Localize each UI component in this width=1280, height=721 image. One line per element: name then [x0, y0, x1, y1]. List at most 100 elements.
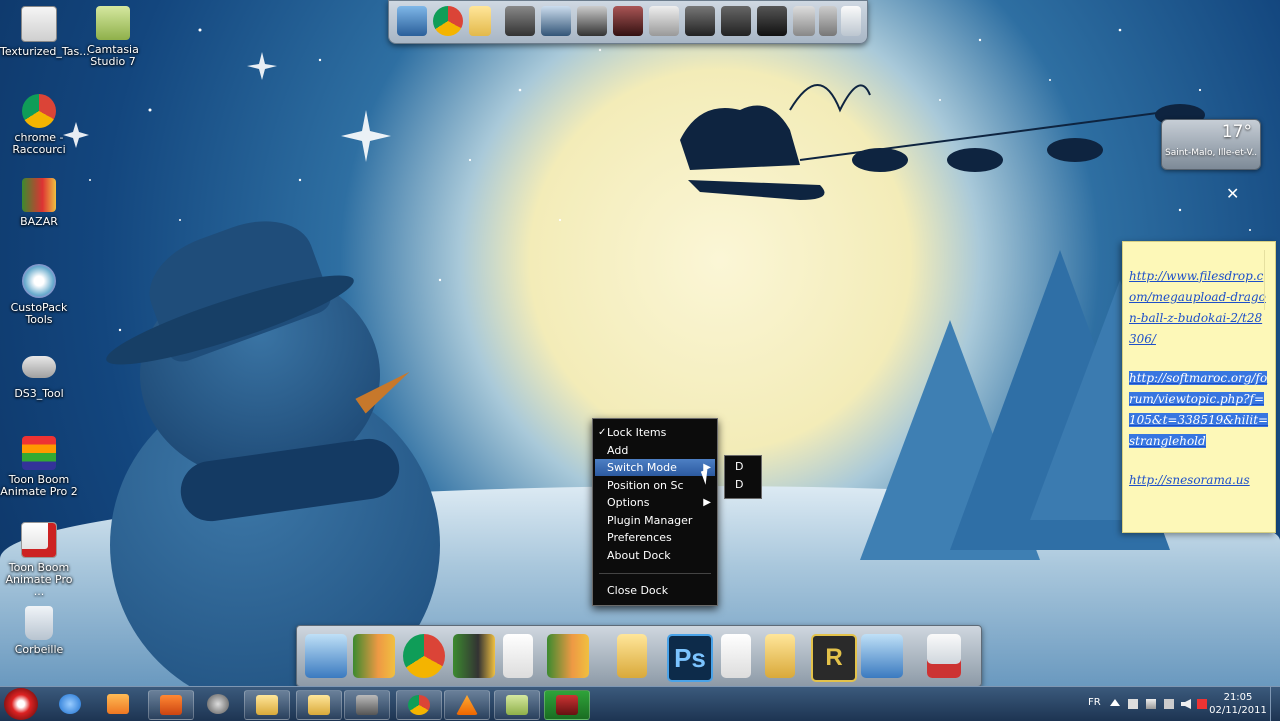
tray-app-icon[interactable]: [1128, 699, 1138, 709]
taskbar-app[interactable]: [148, 690, 194, 720]
menu-item-close-dock[interactable]: Close Dock: [595, 582, 715, 599]
folder-icon: [256, 695, 278, 715]
language-indicator[interactable]: FR: [1088, 697, 1101, 708]
chrome-icon[interactable]: [433, 6, 463, 36]
desktop-icon-texturized[interactable]: Texturized_Tas...: [0, 6, 90, 58]
taskbar-camtasia[interactable]: [494, 690, 540, 720]
taskbar-recorder[interactable]: [544, 690, 590, 720]
desktop-icon-corbeille[interactable]: Corbeille: [0, 606, 78, 656]
desktop-icon-label: Toon Boom Animate Pro 2: [0, 473, 78, 498]
folder-icon[interactable]: [617, 634, 647, 678]
custopack-icon: [22, 264, 56, 298]
recycle-bin-icon[interactable]: [927, 634, 961, 678]
drive-icon[interactable]: [757, 6, 787, 36]
video-folder-icon[interactable]: [453, 634, 495, 678]
tray-power-icon[interactable]: [1164, 699, 1174, 709]
computer-icon[interactable]: [305, 634, 347, 678]
menu-item-options[interactable]: Options ▶: [595, 494, 715, 511]
taskbar-chrome[interactable]: [396, 690, 442, 720]
computer-icon[interactable]: [397, 6, 427, 36]
submenu-item[interactable]: D: [725, 476, 761, 494]
taskbar-ie[interactable]: [48, 690, 92, 718]
taskbar-media-player[interactable]: [96, 690, 140, 718]
media-player-icon: [107, 694, 129, 714]
taskbar-explorer[interactable]: [244, 690, 290, 720]
taskbar-folder[interactable]: [296, 690, 342, 720]
clock-date: 02/11/2011: [1209, 705, 1267, 716]
document-icon[interactable]: [503, 634, 533, 678]
menu-item-switch-mode[interactable]: Switch Mode ▶: [595, 459, 715, 476]
desktop-icon-bazar[interactable]: BAZAR: [0, 178, 78, 228]
desktop-icon-ds3tool[interactable]: DS3_Tool: [0, 350, 78, 400]
drive-icon[interactable]: [685, 6, 715, 36]
desktop-icon-camtasia[interactable]: Camtasia Studio 7: [74, 6, 152, 68]
close-icon[interactable]: ✕: [1226, 184, 1239, 203]
taskbar-clock[interactable]: 21:05 02/11/2011: [1208, 691, 1268, 717]
taskbar-vlc[interactable]: [444, 690, 490, 720]
menu-item-label: Plugin Manager: [607, 514, 693, 527]
photoshop-icon[interactable]: Ps: [667, 634, 713, 682]
drive-icon[interactable]: [649, 6, 679, 36]
sticky-note[interactable]: http://www.filesdrop.com/megaupload-drag…: [1122, 241, 1276, 533]
menu-item-label: Close Dock: [607, 584, 669, 597]
desktop-icon-label: DS3_Tool: [14, 387, 64, 400]
camtasia-icon: [96, 6, 130, 40]
show-desktop-button[interactable]: [1270, 687, 1280, 721]
menu-item-plugin-manager[interactable]: Plugin Manager: [595, 512, 715, 529]
drive-icon[interactable]: [721, 6, 751, 36]
rocketdock-icon[interactable]: R: [811, 634, 857, 682]
desktop-icon-label: Camtasia Studio 7: [87, 43, 139, 68]
desktop-icon-custopack[interactable]: CustoPack Tools: [0, 264, 78, 326]
menu-item-position[interactable]: Position on Sc: [595, 477, 715, 494]
tray-network-icon[interactable]: [1146, 699, 1156, 709]
weather-location: Saint-Malo, Ille-et-V...: [1165, 148, 1257, 158]
selected-text: http://softmaroc.org/forum/viewtopic.php…: [1129, 371, 1269, 448]
menu-item-about-dock[interactable]: About Dock: [595, 547, 715, 564]
menu-item-label: Add: [607, 444, 629, 457]
drive-icon[interactable]: [505, 6, 535, 36]
menu-item-preferences[interactable]: Preferences: [595, 529, 715, 546]
game-icon[interactable]: [577, 6, 607, 36]
tray-up-arrow-icon[interactable]: [1110, 699, 1120, 706]
taskbar-video[interactable]: [196, 690, 240, 718]
toonboom-icon: [22, 436, 56, 470]
bottom-dock: Ps R: [296, 625, 982, 687]
desktop-icon-toonboom-pdf[interactable]: Toon Boom Animate Pro ...: [0, 522, 78, 598]
hammer-icon[interactable]: [819, 6, 837, 36]
monitor-icon[interactable]: [861, 634, 903, 678]
taskbar-tool[interactable]: [344, 690, 390, 720]
sticky-link-highlighted[interactable]: http://softmaroc.org/forum/viewtopic.php…: [1123, 368, 1275, 452]
weather-gadget[interactable]: 17° Saint-Malo, Ille-et-V...: [1161, 119, 1261, 170]
tray-volume-icon[interactable]: [1181, 699, 1191, 709]
start-button[interactable]: [4, 688, 38, 720]
chrome-icon: [22, 94, 56, 128]
desktop-icon-label: CustoPack Tools: [10, 301, 68, 326]
menu-item-lock-items[interactable]: ✓ Lock Items: [595, 424, 715, 441]
music-folder-icon[interactable]: [353, 634, 395, 678]
pictures-folder-icon[interactable]: [547, 634, 589, 678]
desktop-icon-chrome[interactable]: chrome - Raccourci: [0, 94, 78, 156]
tools-icon: [356, 695, 378, 715]
wrench-icon[interactable]: [793, 6, 815, 36]
desktop-icon-toonboom-2[interactable]: Toon Boom Animate Pro 2: [0, 436, 78, 498]
submenu-item[interactable]: D: [725, 458, 761, 476]
gamepad-icon: [22, 356, 56, 378]
tray-alert-icon[interactable]: [1197, 699, 1207, 709]
tools-icon[interactable]: [541, 6, 571, 36]
dock-context-menu: ✓ Lock Items Add Switch Mode ▶ Position …: [592, 418, 718, 606]
desktop-icon-label: BAZAR: [20, 215, 58, 228]
sticky-link[interactable]: http://snesorama.us: [1123, 470, 1275, 491]
document-icon[interactable]: [721, 634, 751, 678]
weather-temperature: 17°: [1221, 122, 1252, 142]
folder-icon[interactable]: [469, 6, 491, 36]
folder-icon[interactable]: [765, 634, 795, 678]
recycle-bin-icon[interactable]: [841, 6, 861, 36]
menu-item-add[interactable]: Add: [595, 442, 715, 459]
vlc-icon: [456, 695, 478, 715]
recorder-icon: [556, 695, 578, 715]
sticky-scrollbar[interactable]: [1264, 250, 1275, 310]
clock-time: 21:05: [1223, 692, 1253, 703]
game-icon[interactable]: [613, 6, 643, 36]
chrome-icon[interactable]: [403, 634, 445, 678]
sticky-link[interactable]: http://www.filesdrop.com/megaupload-drag…: [1123, 266, 1275, 350]
